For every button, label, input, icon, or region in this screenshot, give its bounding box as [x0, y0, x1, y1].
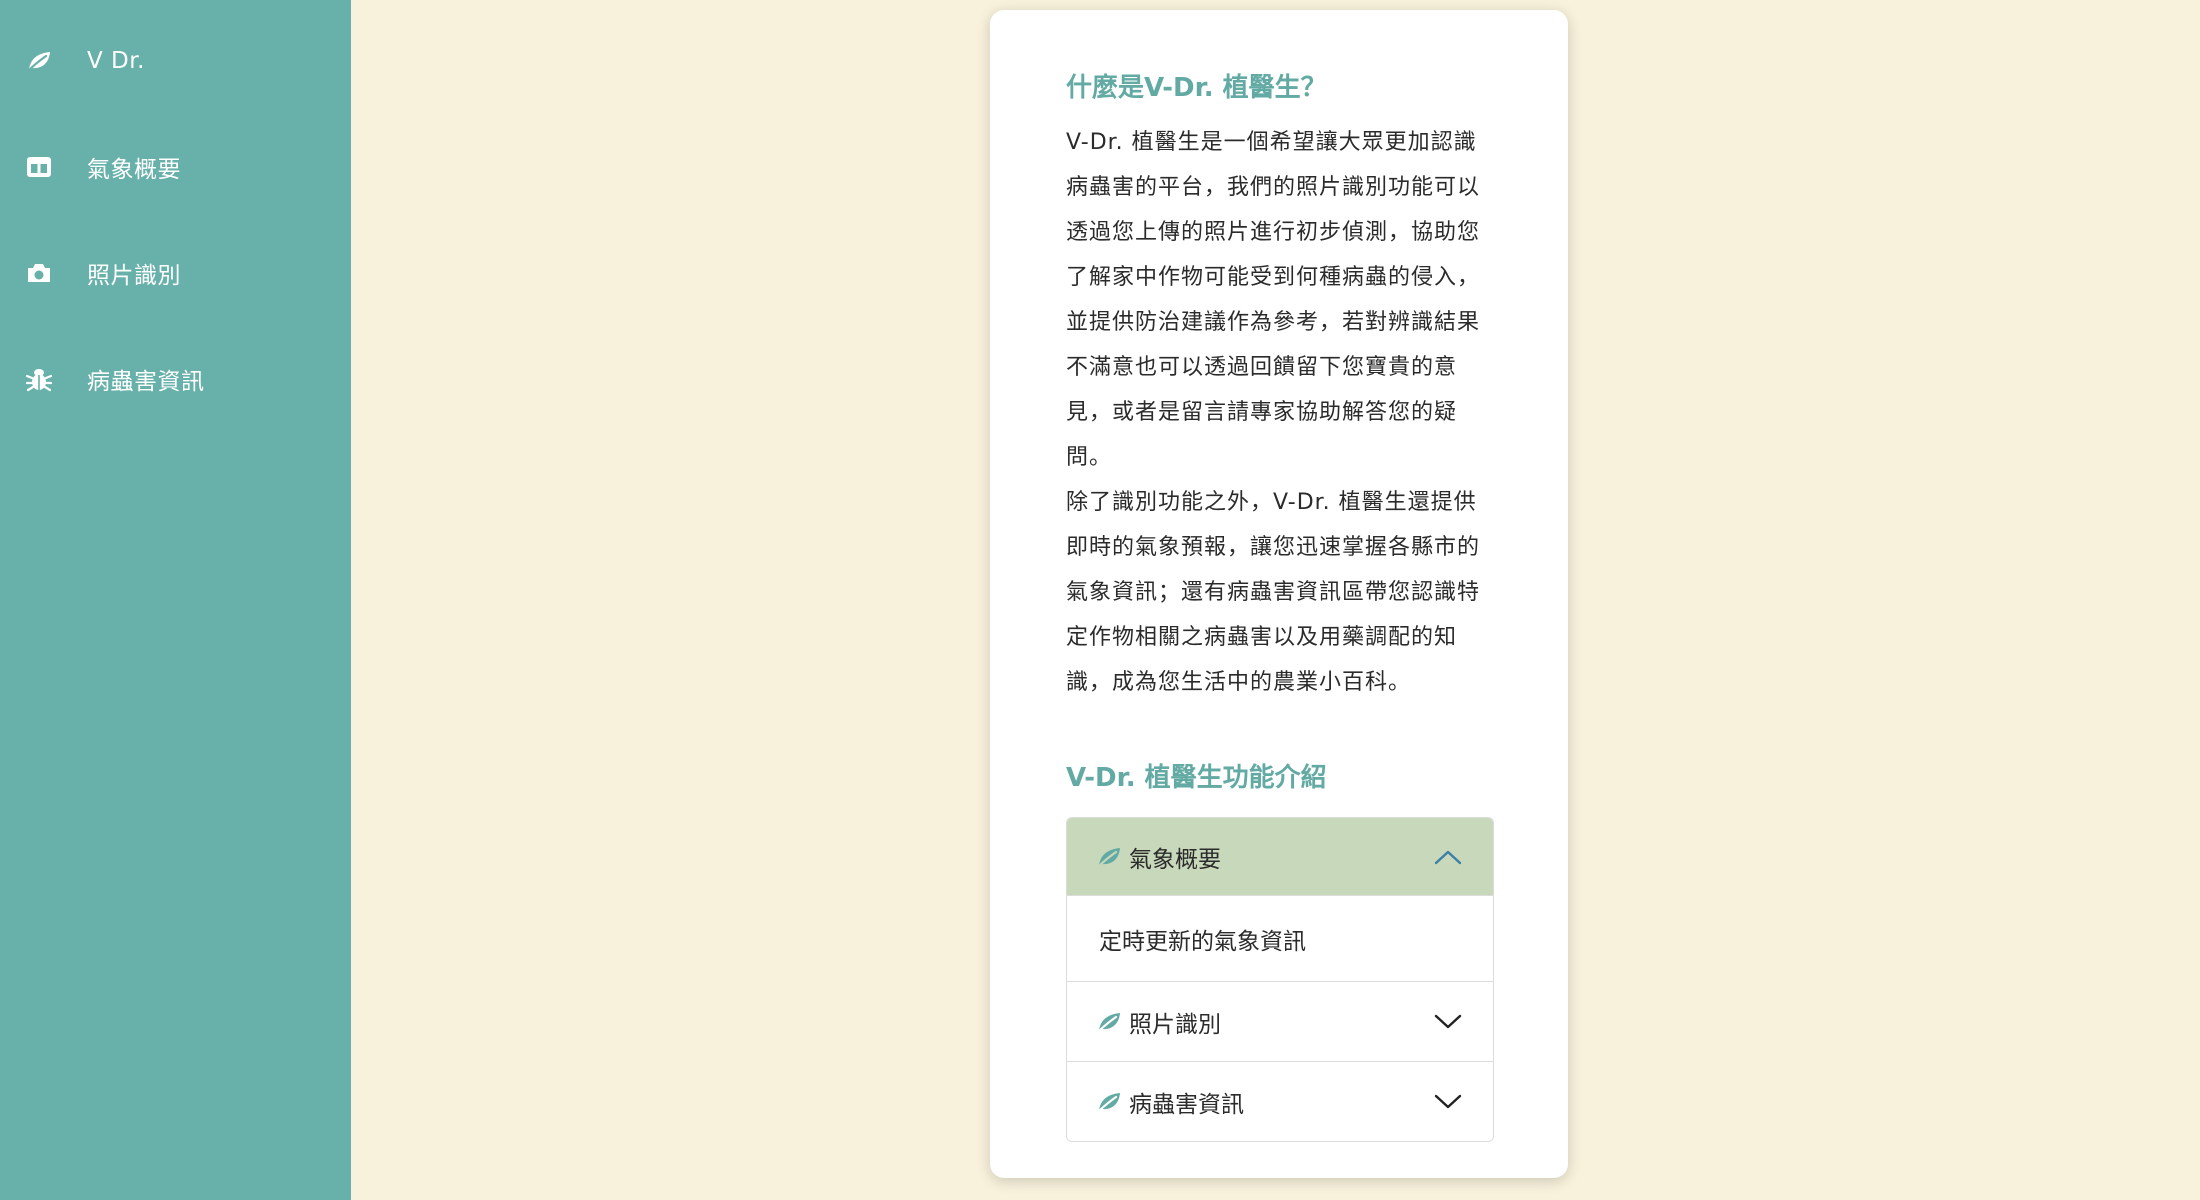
accordion-header-pest[interactable]: 病蟲害資訊: [1067, 1061, 1493, 1141]
accordion-label: 病蟲害資訊: [1129, 1091, 1244, 1118]
accordion-label: 照片識別: [1129, 1011, 1221, 1038]
intro-text: V-Dr. 植醫生是一個希望讓大眾更加認識病蟲害的平台，我們的照片識別功能可以透…: [1066, 120, 1496, 705]
leaf-icon: [1095, 1008, 1123, 1036]
sidebar-item-label: 照片識別: [87, 263, 181, 289]
camera-icon: [25, 259, 53, 287]
sidebar-item-pest[interactable]: 病蟲害資訊: [0, 349, 351, 409]
sidebar-item-label: 病蟲害資訊: [87, 369, 205, 395]
sidebar-item-home[interactable]: V Dr.: [0, 31, 351, 91]
bug-icon: [25, 365, 53, 393]
accordion-header-photo[interactable]: 照片識別: [1067, 981, 1493, 1061]
sidebar-item-label: V Dr.: [87, 48, 145, 74]
leaf-icon: [25, 47, 53, 75]
sidebar-item-photo[interactable]: 照片識別: [0, 243, 351, 303]
intro-card: 什麼是V-Dr. 植醫生？ V-Dr. 植醫生是一個希望讓大眾更加認識病蟲害的平…: [990, 10, 1568, 1178]
chevron-down-icon: [1433, 1007, 1463, 1037]
features-title: V-Dr. 植醫生功能介紹: [1066, 763, 1327, 793]
features-accordion: 氣象概要 定時更新的氣象資訊 照片識別 病蟲害資訊: [1066, 817, 1494, 1142]
sidebar-item-label: 氣象概要: [87, 157, 181, 183]
accordion-label: 氣象概要: [1129, 846, 1221, 873]
accordion-header-weather[interactable]: 氣象概要: [1067, 818, 1493, 895]
accordion-body-weather: 定時更新的氣象資訊: [1067, 895, 1493, 981]
sidebar: V Dr. 氣象概要 照片識別 病蟲害資訊: [0, 0, 351, 1200]
leaf-icon: [1095, 1088, 1123, 1116]
chevron-up-icon: [1433, 842, 1463, 872]
intro-paragraph: 除了識別功能之外，V-Dr. 植醫生還提供即時的氣象預報，讓您迅速掌握各縣市的氣…: [1066, 490, 1481, 695]
chevron-down-icon: [1433, 1087, 1463, 1117]
leaf-icon: [1095, 843, 1123, 871]
about-title: 什麼是V-Dr. 植醫生？: [1066, 73, 1327, 103]
sidebar-item-weather[interactable]: 氣象概要: [0, 137, 351, 197]
intro-paragraph: V-Dr. 植醫生是一個希望讓大眾更加認識病蟲害的平台，我們的照片識別功能可以透…: [1066, 130, 1481, 470]
layout-icon: [25, 153, 53, 181]
